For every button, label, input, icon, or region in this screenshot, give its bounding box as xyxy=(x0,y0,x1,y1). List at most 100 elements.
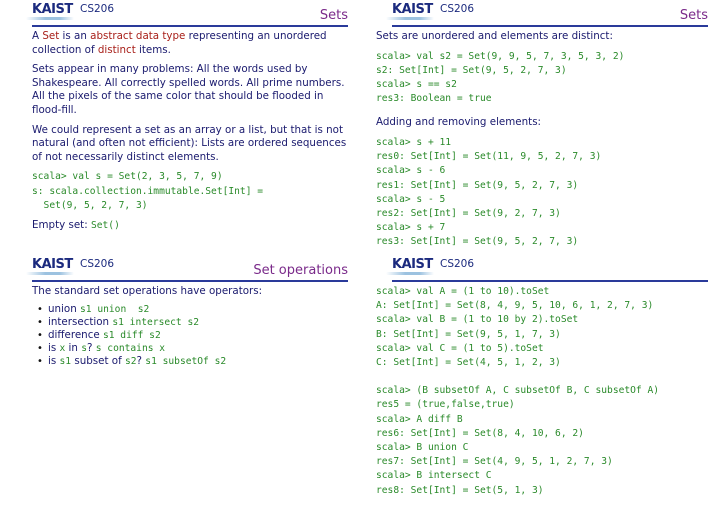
text: is xyxy=(48,342,60,355)
slide-set-examples: KAIST CS206 scala> val A = (1 to 10).toS… xyxy=(360,255,720,510)
code-line: B: Set[Int] = Set(9, 5, 1, 7, 3) xyxy=(376,328,561,340)
intro-text: Sets are unordered and elements are dist… xyxy=(376,30,613,42)
slide-header: KAIST CS206 Sets xyxy=(360,0,720,28)
operations-list: union s1 union s2 intersection s1 inters… xyxy=(32,303,352,369)
text: union xyxy=(48,302,81,315)
logo-swoosh-icon xyxy=(386,17,434,20)
text: is an xyxy=(59,30,91,42)
code-block: scala> val s2 = Set(9, 9, 5, 7, 3, 5, 3,… xyxy=(376,50,712,107)
inline-code: s1 diff s2 xyxy=(102,330,161,341)
course-code: CS206 xyxy=(440,3,475,15)
slide-header: KAIST CS206 Sets xyxy=(0,0,360,28)
text: subset of xyxy=(71,355,125,368)
code-line: scala> val B = (1 to 10 by 2).toSet xyxy=(376,314,579,326)
code-line: scala> s - 5 xyxy=(376,193,446,205)
slide-body: The standard set operations have operato… xyxy=(32,285,352,369)
text: items. xyxy=(135,43,171,56)
code-line: res0: Set[Int] = Set(11, 9, 5, 2, 7, 3) xyxy=(376,151,602,163)
slide-sets-properties: KAIST CS206 Sets Sets are unordered and … xyxy=(360,0,720,255)
term-set: Set xyxy=(42,30,60,42)
logo-swoosh-icon xyxy=(26,272,74,275)
code-line: A: Set[Int] = Set(8, 4, 9, 5, 10, 6, 1, … xyxy=(376,300,654,312)
slide-body: A Set is an abstract data type represent… xyxy=(32,30,352,239)
intro-text: The standard set operations have operato… xyxy=(32,285,263,297)
code-line: scala> s - 6 xyxy=(376,165,446,177)
slide-title: Sets xyxy=(679,8,708,23)
text: intersection xyxy=(48,315,113,328)
code-line: res7: Set[Int] = Set(4, 9, 5, 1, 2, 7, 3… xyxy=(376,456,613,468)
course-code: CS206 xyxy=(80,258,115,270)
code-line: res6: Set[Int] = Set(8, 4, 10, 6, 2) xyxy=(376,427,584,439)
list-item: intersection s1 intersect s2 xyxy=(37,315,352,329)
list-item: is x in s? s contains x xyxy=(37,342,352,355)
kaist-logo: KAIST xyxy=(392,2,433,17)
intro-text-2: Adding and removing elements: xyxy=(376,116,542,129)
list-item: is s1 subset of s2? s1 subsetOf s2 xyxy=(37,355,352,368)
code-block: scala> (B subsetOf A, C subsetOf B, C su… xyxy=(376,384,712,498)
code-line: res8: Set[Int] = Set(5, 1, 3) xyxy=(376,484,544,496)
inline-code: s2 xyxy=(124,356,137,368)
code-line: scala> A diff B xyxy=(376,413,463,425)
text: difference xyxy=(48,329,103,341)
text: Empty set: xyxy=(32,218,91,231)
code-line: scala> val s = Set(2, 3, 5, 7, 9) xyxy=(32,171,223,183)
code-line: res2: Set[Int] = Set(9, 2, 7, 3) xyxy=(376,208,561,220)
slide-body: scala> val A = (1 to 10).toSet A: Set[Int… xyxy=(376,285,712,504)
code-line: res5 = (true,false,true) xyxy=(376,399,515,411)
text: in xyxy=(65,342,82,355)
code-line: res3: Boolean = true xyxy=(376,93,492,105)
slide-title: Sets xyxy=(319,8,348,23)
code-line: C: Set[Int] = Set(4, 5, 1, 2, 3) xyxy=(376,357,561,369)
code-line: Set(9, 5, 2, 7, 3) xyxy=(32,199,148,211)
kaist-logo: KAIST xyxy=(392,257,433,272)
empty-set-line: Empty set: Set() xyxy=(32,219,352,233)
inline-code: s contains x xyxy=(95,343,166,355)
slide-title: Set operations xyxy=(253,263,348,278)
slide-sets-intro: KAIST CS206 Sets A Set is an abstract da… xyxy=(0,0,360,255)
code-line: scala> (B subsetOf A, C subsetOf B, C su… xyxy=(376,385,660,397)
code-block: scala> s + 11 res0: Set[Int] = Set(11, 9,… xyxy=(376,136,712,250)
inline-code: s1 union s2 xyxy=(80,303,150,315)
inline-code: s1 xyxy=(59,356,72,368)
inline-code: Set() xyxy=(90,219,120,231)
text: ? xyxy=(87,342,96,355)
code-line: s2: Set[Int] = Set(9, 5, 2, 7, 3) xyxy=(376,64,567,76)
course-code: CS206 xyxy=(440,258,475,270)
kaist-logo: KAIST xyxy=(32,2,73,17)
code-block: scala> val s = Set(2, 3, 5, 7, 9) s: scal… xyxy=(32,170,352,213)
header-rule xyxy=(392,25,708,27)
term-adt: abstract data type xyxy=(90,30,186,42)
representation-paragraph: We could represent a set as an array or … xyxy=(32,123,347,163)
code-line: scala> s + 11 xyxy=(376,137,452,148)
slide-header: KAIST CS206 Set operations xyxy=(0,255,360,283)
code-line: res1: Set[Int] = Set(9, 5, 2, 7, 3) xyxy=(376,179,579,191)
slide-header: KAIST CS206 xyxy=(360,255,720,283)
header-rule xyxy=(32,280,348,282)
text: is xyxy=(48,355,60,368)
term-distinct: distinct xyxy=(97,43,136,56)
header-rule xyxy=(32,25,348,27)
code-line: scala> s + 7 xyxy=(376,222,446,234)
list-item: difference s1 diff s2 xyxy=(37,329,352,342)
text: ? xyxy=(136,355,146,368)
slide-set-operations: KAIST CS206 Set operations The standard … xyxy=(0,255,360,510)
course-code: CS206 xyxy=(80,3,115,15)
code-block: scala> val A = (1 to 10).toSet A: Set[Int… xyxy=(376,285,712,370)
code-line: s: scala.collection.immutable.Set[Int] = xyxy=(32,185,264,197)
list-item: union s1 union s2 xyxy=(37,302,352,316)
header-rule xyxy=(392,280,708,282)
code-line: scala> val A = (1 to 10).toSet xyxy=(376,286,550,297)
code-line: scala> val s2 = Set(9, 9, 5, 7, 3, 5, 3,… xyxy=(376,50,625,62)
code-line: res3: Set[Int] = Set(9, 5, 2, 7, 3) xyxy=(376,236,579,248)
code-line: scala> B intersect C xyxy=(376,470,492,482)
inline-code: s1 intersect s2 xyxy=(112,316,199,328)
logo-swoosh-icon xyxy=(386,272,434,275)
definition-paragraph: A Set is an abstract data type represent… xyxy=(32,30,352,57)
code-line: scala> s == s2 xyxy=(376,79,457,90)
logo-swoosh-icon xyxy=(26,17,74,20)
code-line: scala> val C = (1 to 5).toSet xyxy=(376,342,544,354)
kaist-logo: KAIST xyxy=(32,257,73,272)
code-line: scala> B union C xyxy=(376,442,469,454)
text: A xyxy=(32,30,43,42)
slide-body: Sets are unordered and elements are dist… xyxy=(376,30,712,256)
